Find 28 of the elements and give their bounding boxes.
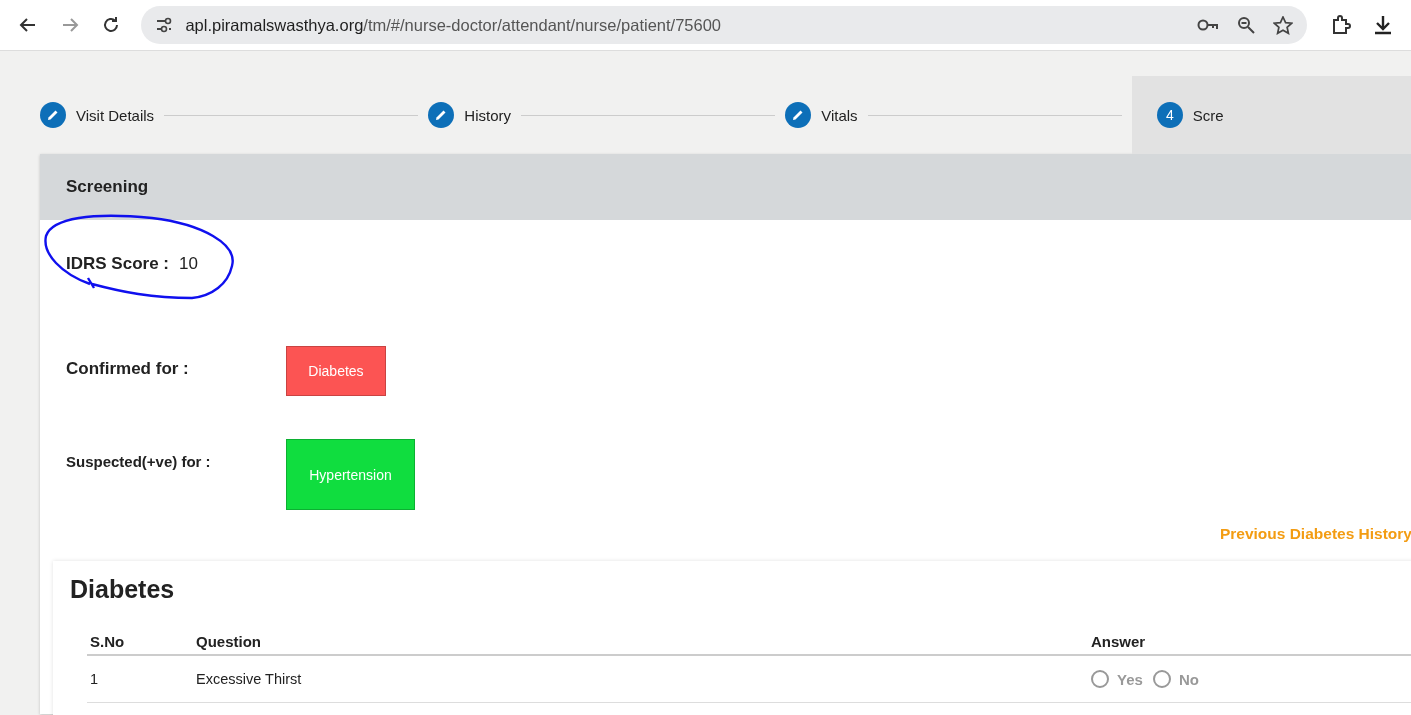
column-header: S.No (89, 632, 126, 650)
confirmed-label: Confirmed for : (66, 358, 190, 379)
idrs-score-value: 10 (179, 254, 198, 274)
table-cell-text: Excessive Thirst (196, 671, 303, 687)
card-header: Screening (40, 154, 1411, 220)
radio-circle[interactable] (1152, 670, 1171, 688)
pencil-icon (428, 102, 455, 128)
key-icon[interactable] (1197, 18, 1220, 32)
stepper-step[interactable]: Vitals (785, 76, 858, 154)
address-bar[interactable]: apl.piramalswasthya.org/tm/#/nurse-doctor/attendant/nurse/patient/75600 (141, 6, 1308, 44)
pencil-icon (785, 102, 812, 128)
radio-circle[interactable] (1091, 670, 1109, 688)
zoom-icon[interactable] (1237, 16, 1256, 34)
star-icon[interactable] (1273, 15, 1294, 35)
column-header: Question (196, 632, 262, 650)
pencil-icon (40, 102, 66, 128)
column-header: Answer (1091, 632, 1146, 650)
site-settings-icon[interactable] (155, 17, 174, 33)
table-cell-text: 1 (89, 671, 100, 687)
condition-tag: Diabetes (286, 346, 386, 396)
stepper-step[interactable]: History (428, 76, 511, 154)
condition-tag: Hypertension (286, 439, 415, 510)
step-number: 4 (1156, 102, 1183, 128)
idrs-score-label: IDRS Score : (66, 254, 169, 274)
stepper-step[interactable]: 4 Scre (1131, 76, 1411, 154)
suspected-label: Suspected(+ve) for : (66, 452, 212, 470)
stepper-step[interactable]: Visit Details (40, 76, 155, 154)
section-title: Diabetes (70, 575, 176, 604)
